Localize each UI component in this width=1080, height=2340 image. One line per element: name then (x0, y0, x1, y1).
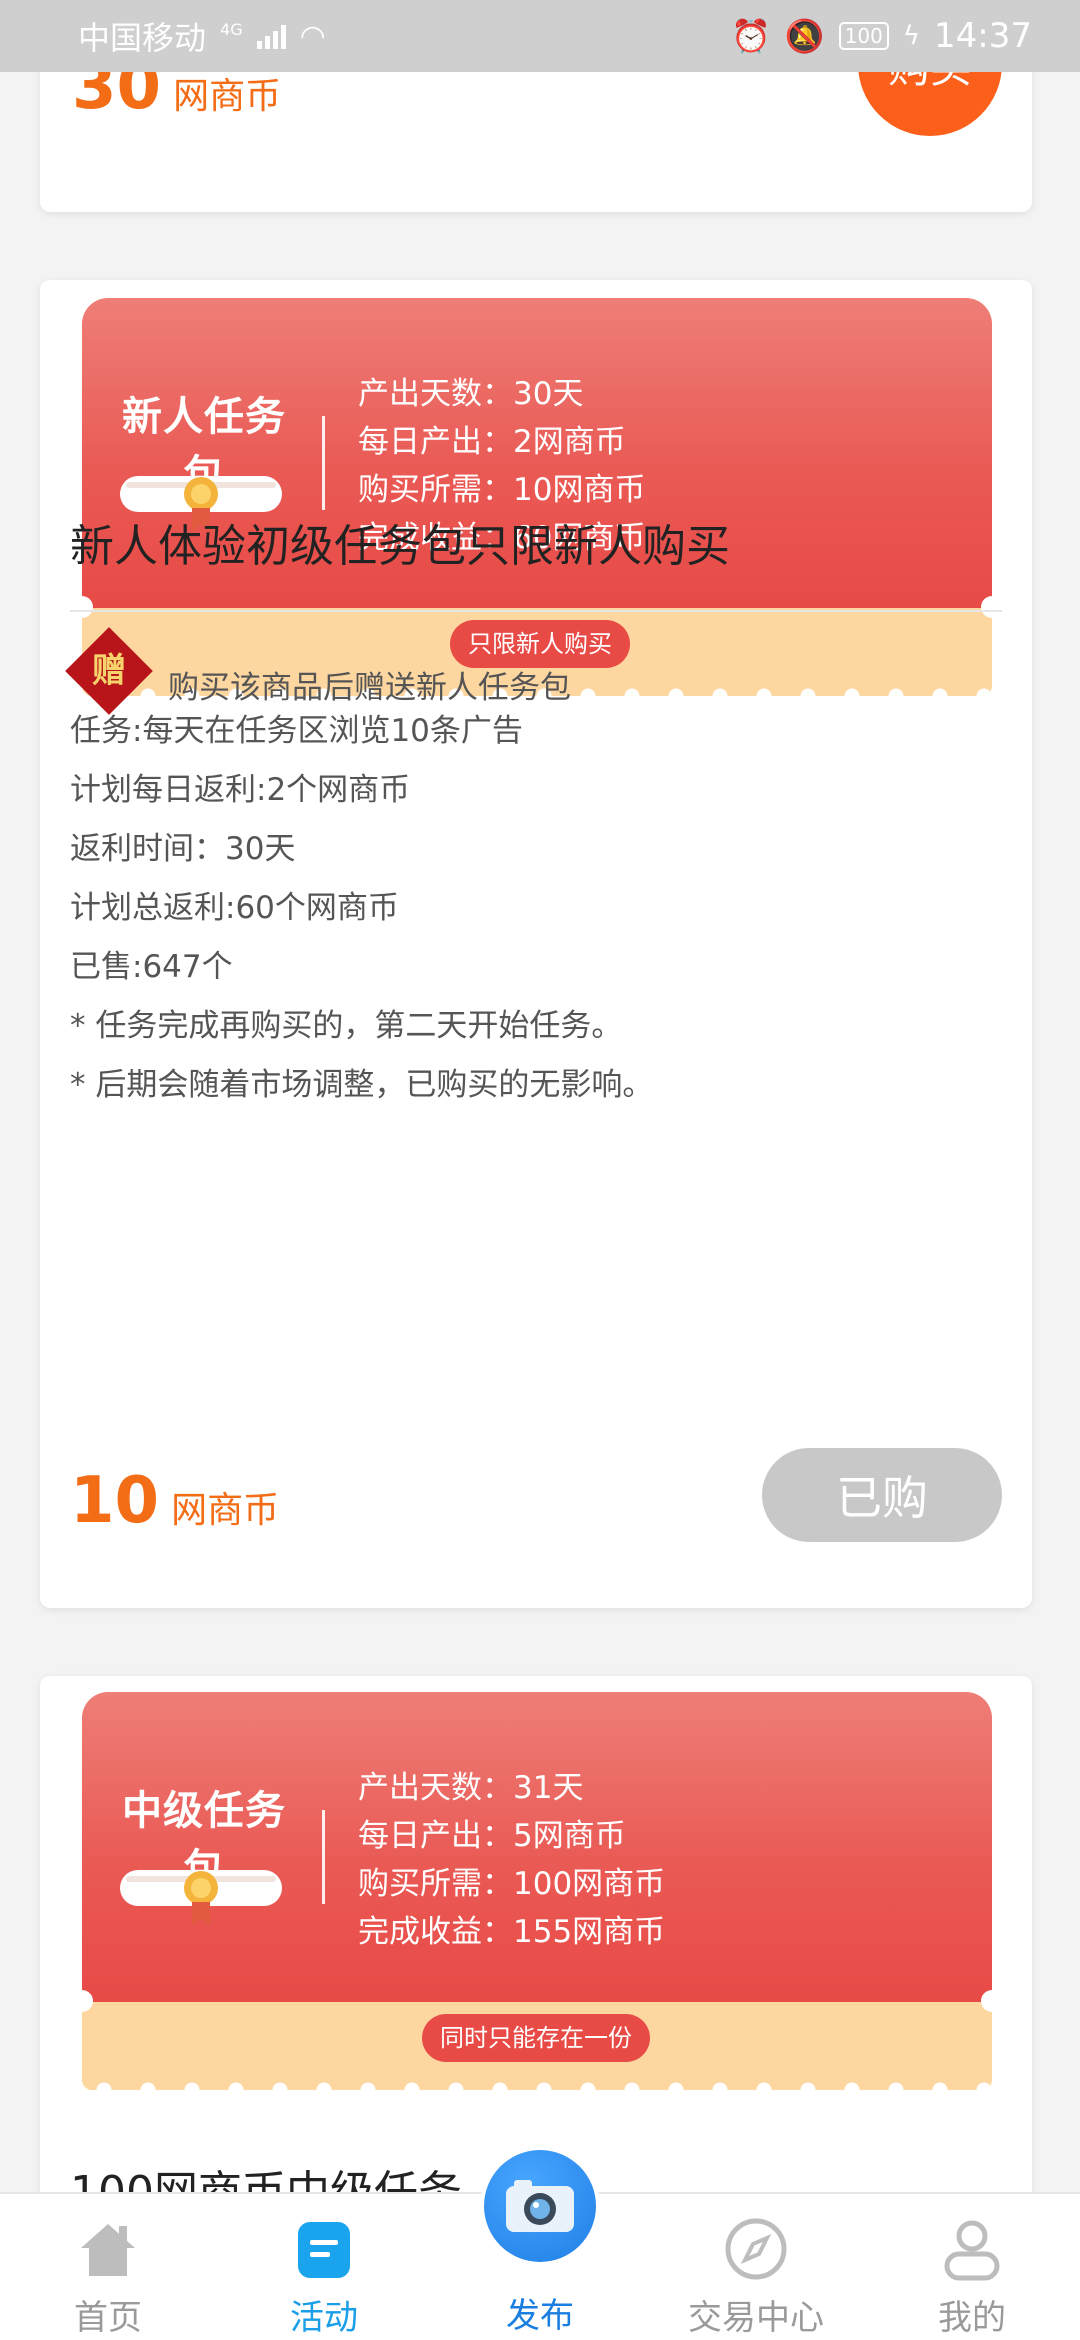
divider (70, 610, 1002, 612)
spec-days: 产出天数：31天 (358, 1770, 584, 1806)
detail-line: 计划每日返利:2个网商币 (70, 772, 411, 808)
wifi-icon: ◠ (299, 18, 326, 54)
nav-trade-center[interactable]: 交易中心 (648, 2194, 864, 2340)
detail-line: * 任务完成再购买的，第二天开始任务。 (70, 1008, 623, 1044)
banner-pill: 同时只能存在一份 (422, 2014, 650, 2062)
price-number: 10 (70, 1464, 160, 1538)
gift-text: 购买该商品后赠送新人任务包 (168, 670, 571, 706)
banner-divider (322, 416, 325, 510)
publish-button[interactable] (480, 2146, 600, 2266)
spec-total-gain: 完成收益：155网商币 (358, 1914, 666, 1950)
nav-home-label: 首页 (74, 2298, 142, 2338)
network-type: 4G (220, 20, 243, 39)
home-icon (81, 2224, 135, 2276)
product-details: 任务:每天在任务区浏览10条广告 计划每日返利:2个网商币 返利时间：30天 计… (70, 702, 653, 1115)
product-price: 10 网商币 (70, 1464, 279, 1538)
banner-divider (322, 1810, 325, 1904)
status-time: 14:37 (934, 16, 1032, 56)
activity-icon (298, 2222, 350, 2278)
nav-home[interactable]: 首页 (0, 2194, 216, 2340)
detail-line: 任务:每天在任务区浏览10条广告 (70, 713, 523, 749)
nav-publish-label: 发布 (506, 2296, 574, 2336)
carrier-label: 中国移动 (78, 19, 207, 57)
nav-trade-label: 交易中心 (688, 2298, 824, 2338)
alarm-icon: ⏰ (730, 17, 771, 55)
scroll-icon (120, 1870, 282, 1926)
status-bar: 中国移动 4G ◠ ⏰ 🔕 100 ϟ 14:37 (0, 0, 1080, 72)
nav-activity-label: 活动 (290, 2298, 358, 2338)
mute-icon: 🔕 (784, 17, 825, 55)
detail-line: 计划总返利:60个网商币 (70, 890, 399, 926)
spec-days: 产出天数：30天 (358, 376, 584, 412)
spec-daily-output: 每日产出：5网商币 (358, 1818, 626, 1854)
charging-icon: ϟ (902, 21, 921, 51)
signal-icon (256, 23, 286, 49)
price-unit: 网商币 (171, 1490, 280, 1531)
price-unit: 网商币 (173, 76, 282, 117)
nav-activity[interactable]: 活动 (216, 2194, 432, 2340)
banner-pill: 只限新人购买 (450, 620, 630, 668)
purchased-button[interactable]: 已购 (762, 1448, 1002, 1542)
camera-icon (506, 2180, 574, 2232)
compass-icon (725, 2218, 787, 2280)
battery-icon: 100 (838, 22, 889, 50)
product-card-newbie: 新人任务包 产出天数：30天 每日产出：2网商币 购买所需：10网商币 完成收益… (40, 280, 1032, 1608)
spec-cost: 购买所需：100网商币 (358, 1866, 666, 1902)
detail-line: 已售:647个 (70, 949, 233, 985)
nav-profile[interactable]: 我的 (864, 2194, 1080, 2340)
detail-line: * 后期会随着市场调整，已购买的无影响。 (70, 1067, 654, 1103)
detail-line: 返利时间：30天 (70, 831, 296, 867)
spec-cost: 购买所需：10网商币 (358, 472, 646, 508)
task-pack-banner: 中级任务包 产出天数：31天 每日产出：5网商币 购买所需：100网商币 完成收… (71, 1692, 1003, 2098)
spec-daily-output: 每日产出：2网商币 (358, 424, 626, 460)
banner-specs: 产出天数：31天 每日产出：5网商币 购买所需：100网商币 完成收益：155网… (358, 1764, 665, 1956)
page: 中国移动 4G ◠ ⏰ 🔕 100 ϟ 14:37 30 网商币 购买 新人任务… (0, 0, 1080, 2340)
product-title: 新人体验初级任务包只限新人购买 (70, 521, 730, 572)
nav-profile-label: 我的 (938, 2298, 1006, 2338)
user-icon (944, 2220, 1000, 2281)
task-pack-banner: 新人任务包 产出天数：30天 每日产出：2网商币 购买所需：10网商币 完成收益… (71, 298, 1003, 704)
gift-badge-char: 赠 (92, 651, 126, 691)
